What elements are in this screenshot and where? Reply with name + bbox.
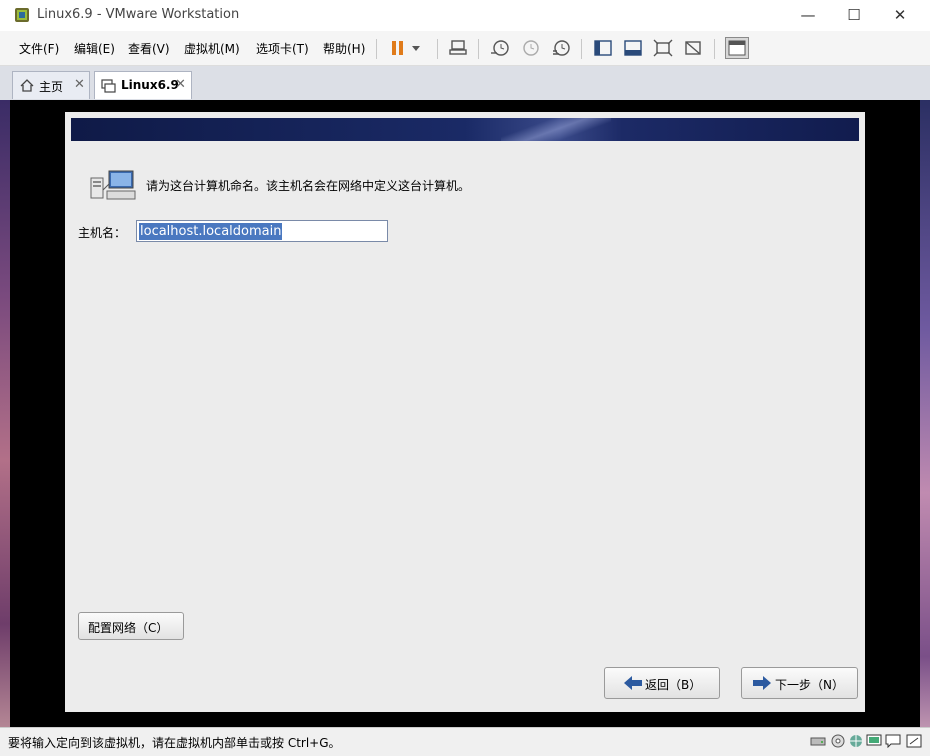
close-tab-icon[interactable]: ✕ [74, 77, 85, 92]
hostname-label: 主机名： [78, 226, 127, 240]
send-ctrl-alt-del-icon[interactable] [448, 39, 468, 57]
title-bar: Linux6.9 - VMware Workstation — ☐ ✕ [0, 0, 930, 31]
next-button[interactable]: 下一步（N） [741, 667, 858, 699]
tab-label: Linux6.9 [121, 78, 179, 92]
back-button-label: 返回（B） [645, 678, 702, 692]
tab-bar: 主页 ✕ Linux6.9 ✕ [0, 66, 930, 100]
menu-edit[interactable]: 编辑(E) [74, 40, 115, 57]
maximize-button[interactable]: ☐ [831, 0, 877, 31]
arrow-right-icon [753, 676, 771, 690]
vm-icon [101, 79, 116, 93]
show-library-icon[interactable] [593, 39, 613, 57]
full-screen-icon[interactable] [653, 39, 673, 57]
tab-home[interactable]: 主页 ✕ [12, 71, 90, 99]
snapshot-manager-icon[interactable] [551, 39, 571, 57]
hostname-input[interactable]: localhost.localdomain [136, 220, 388, 242]
configure-network-button[interactable]: 配置网络（C） [78, 612, 184, 640]
menu-tabs[interactable]: 选项卡(T) [256, 40, 309, 57]
fit-guest-icon[interactable] [906, 734, 922, 748]
menu-bar: 文件(F) 编辑(E) 查看(V) 虚拟机(M) 选项卡(T) 帮助(H) [0, 31, 930, 66]
close-button[interactable]: ✕ [877, 0, 923, 31]
toolbar-separator [581, 39, 582, 59]
toolbar-separator [478, 39, 479, 59]
installer-banner [71, 118, 859, 141]
home-icon [20, 79, 34, 92]
tab-linux69[interactable]: Linux6.9 ✕ [94, 71, 192, 99]
unity-mode-icon[interactable] [683, 39, 703, 57]
menu-vm[interactable]: 虚拟机(M) [184, 40, 240, 57]
installer-screen[interactable]: 请为这台计算机命名。该主机名会在网络中定义这台计算机。 主机名： localho… [65, 112, 865, 712]
configure-network-label: 配置网络（C） [88, 621, 169, 635]
menu-help[interactable]: 帮助(H) [323, 40, 365, 57]
network-computers-icon [90, 170, 136, 200]
status-bar: 要将输入定向到该虚拟机，请在虚拟机内部单击或按 Ctrl+G。 [0, 727, 930, 756]
network-adapter-icon[interactable] [848, 734, 864, 748]
window-title: Linux6.9 - VMware Workstation [37, 7, 240, 22]
toolbar-separator [376, 39, 377, 59]
close-tab-icon[interactable]: ✕ [175, 77, 186, 92]
next-button-label: 下一步（N） [775, 678, 844, 692]
hostname-value: localhost.localdomain [139, 223, 283, 240]
toolbar-separator [437, 39, 438, 59]
tab-label: 主页 [39, 80, 64, 94]
cd-dvd-icon[interactable] [830, 734, 846, 748]
arrow-left-icon [624, 676, 642, 690]
message-log-icon[interactable] [885, 734, 901, 748]
hostname-prompt: 请为这台计算机命名。该主机名会在网络中定义这台计算机。 [146, 179, 471, 193]
vmware-app-icon [15, 8, 29, 22]
pause-icon[interactable] [389, 39, 409, 57]
thumbnail-bar-icon[interactable] [623, 39, 643, 57]
power-dropdown-icon[interactable] [410, 39, 422, 57]
back-button[interactable]: 返回（B） [604, 667, 720, 699]
hard-disk-icon[interactable] [810, 734, 826, 748]
console-view-icon[interactable] [725, 37, 749, 59]
vmware-window: Linux6.9 - VMware Workstation — ☐ ✕ 文件(F… [0, 0, 930, 756]
minimize-button[interactable]: — [785, 0, 831, 31]
toolbar-separator [714, 39, 715, 59]
snapshot-icon[interactable] [490, 39, 510, 57]
revert-snapshot-icon[interactable] [520, 39, 540, 57]
menu-file[interactable]: 文件(F) [19, 40, 59, 57]
display-icon[interactable] [866, 734, 882, 748]
menu-view[interactable]: 查看(V) [128, 40, 170, 57]
status-text: 要将输入定向到该虚拟机，请在虚拟机内部单击或按 Ctrl+G。 [8, 736, 341, 750]
